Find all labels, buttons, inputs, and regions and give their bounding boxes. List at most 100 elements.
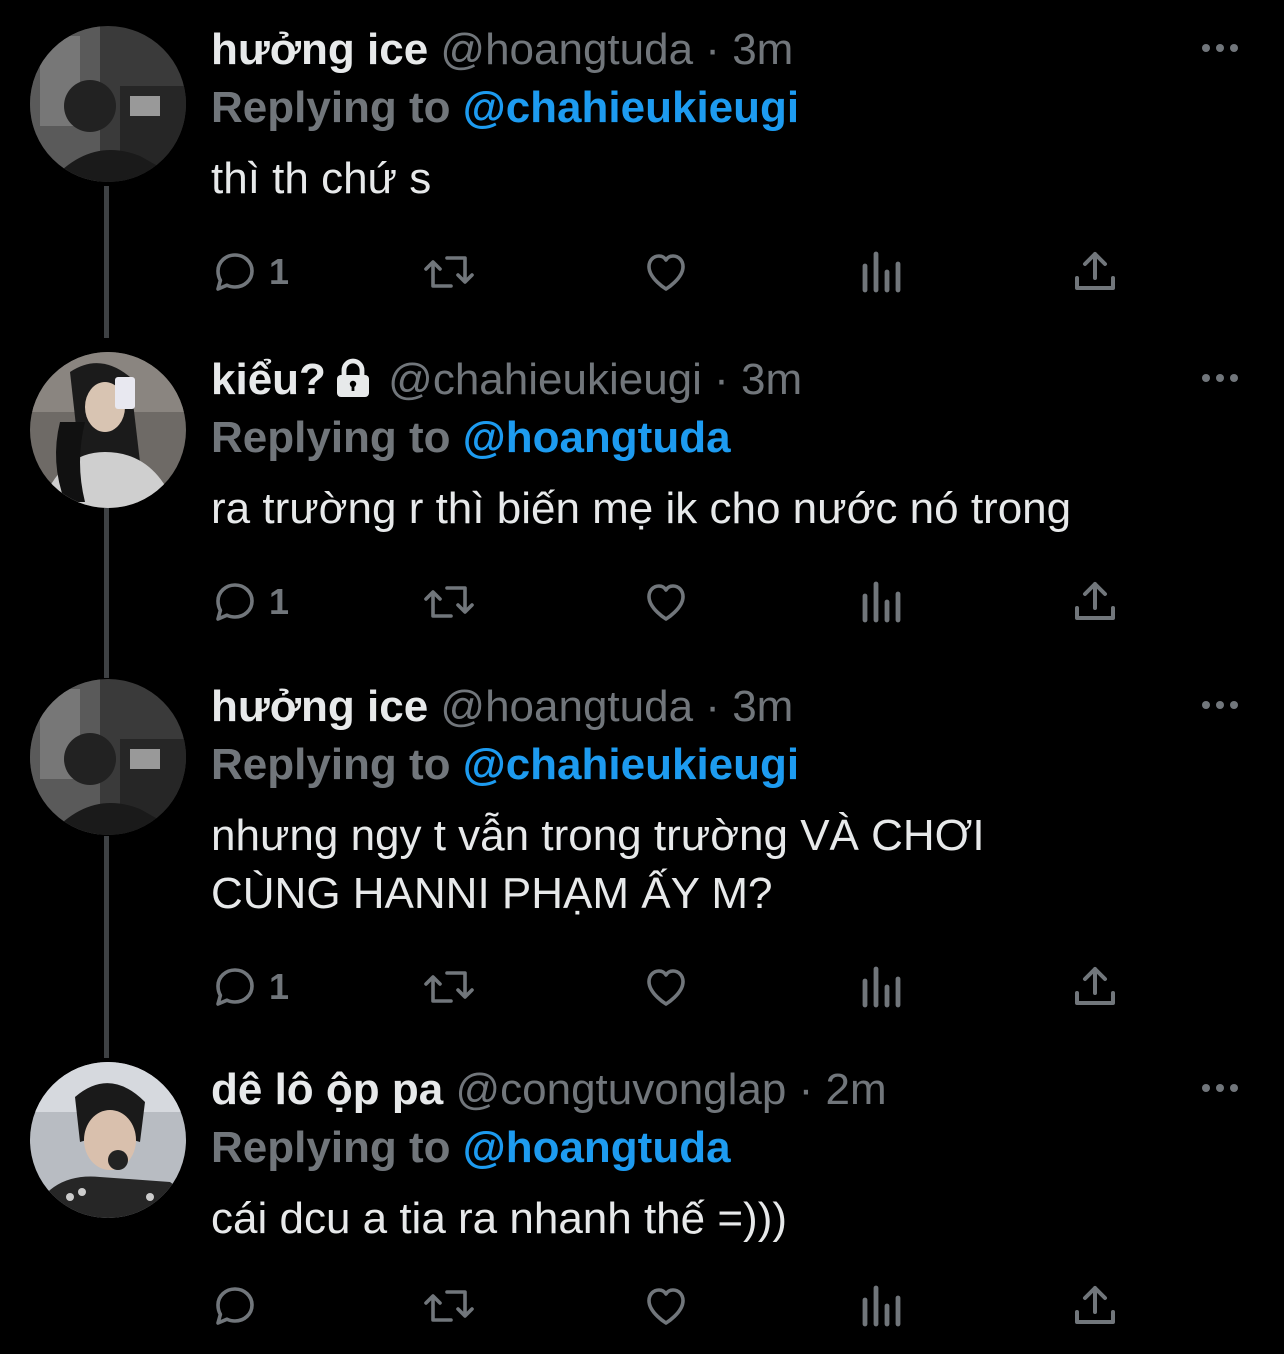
heart-icon (647, 254, 685, 291)
retweet-icon (424, 586, 474, 618)
share-icon (1075, 582, 1115, 620)
replying-to-label: Replying to (211, 83, 451, 132)
timestamp[interactable]: 3m (732, 25, 793, 74)
avatar[interactable] (30, 679, 186, 835)
views-icon (862, 581, 901, 623)
user-handle[interactable]: @chahieukieugi (388, 355, 702, 404)
views-icon (862, 251, 901, 293)
replying-to-mention[interactable]: @chahieukieugi (463, 740, 799, 789)
share-button[interactable] (1073, 1276, 1117, 1336)
replying-to-label: Replying to (211, 413, 451, 462)
reply-button[interactable]: 1 (211, 957, 289, 1017)
tweet-header: kiểu? @chahieukieugi · 3m (211, 354, 802, 406)
reply-icon (216, 968, 254, 1006)
reply-button[interactable]: 1 (211, 242, 289, 302)
like-button[interactable] (641, 1276, 691, 1336)
tweet-actions (211, 1276, 1131, 1336)
tweet-actions: 1 (211, 957, 1131, 1017)
heart-icon (647, 584, 685, 621)
avatar[interactable] (30, 352, 186, 508)
retweet-icon (424, 256, 474, 288)
share-button[interactable] (1073, 242, 1117, 302)
more-icon[interactable] (1200, 695, 1240, 715)
tweet-actions: 1 (211, 572, 1131, 632)
replying-to: Replying to @hoangtuda (211, 412, 731, 464)
display-name[interactable]: hưởng ice (211, 682, 428, 731)
retweet-button[interactable] (423, 572, 475, 632)
reply-icon (216, 253, 254, 291)
share-icon (1075, 252, 1115, 290)
replying-to: Replying to @hoangtuda (211, 1122, 731, 1174)
like-button[interactable] (641, 242, 691, 302)
separator-dot: · (705, 682, 720, 731)
tweet[interactable]: hưởng ice @hoangtuda · 3m Replying to @c… (0, 657, 1284, 1057)
tweet-text: cái dcu a tia ra nhanh thế =))) (211, 1190, 1251, 1248)
reply-count: 1 (269, 581, 290, 622)
reply-icon (216, 583, 254, 621)
avatar[interactable] (30, 1062, 186, 1218)
avatar-photo-dark-room-icon (30, 26, 186, 182)
views-button[interactable] (859, 242, 903, 302)
reply-count: 1 (269, 966, 290, 1007)
tweet-text: nhưng ngy t vẫn trong trường VÀ CHƠI CÙN… (211, 807, 1251, 923)
tweet-header: hưởng ice @hoangtuda · 3m (211, 681, 793, 733)
retweet-button[interactable] (423, 1276, 475, 1336)
user-handle[interactable]: @hoangtuda (440, 682, 693, 731)
heart-icon (647, 969, 685, 1006)
views-button[interactable] (859, 572, 903, 632)
tweet[interactable]: dê lô ộp pa @congtuvonglap · 2m Replying… (0, 1040, 1284, 1354)
avatar-photo-mirror-selfie-icon (30, 352, 186, 508)
tweet[interactable]: kiểu? @chahieukieugi · 3m Replying to @h… (0, 330, 1284, 660)
retweet-button[interactable] (423, 957, 475, 1017)
avatar-photo-dark-room-icon (30, 679, 186, 835)
replying-to-label: Replying to (211, 740, 451, 789)
avatar[interactable] (30, 26, 186, 182)
timestamp[interactable]: 3m (732, 682, 793, 731)
views-icon (862, 966, 901, 1008)
timestamp[interactable]: 3m (741, 355, 802, 404)
timestamp[interactable]: 2m (826, 1065, 887, 1114)
replying-to: Replying to @chahieukieugi (211, 739, 799, 791)
display-name[interactable]: hưởng ice (211, 25, 428, 74)
tweet-text-line: ra trường r thì biến mẹ ik cho nước nó t… (211, 484, 1072, 533)
retweet-button[interactable] (423, 242, 475, 302)
more-icon[interactable] (1200, 38, 1240, 58)
tweet[interactable]: hưởng ice @hoangtuda · 3m Replying to @c… (0, 0, 1284, 330)
separator-dot: · (705, 25, 720, 74)
like-button[interactable] (641, 957, 691, 1017)
replying-to-label: Replying to (211, 1123, 451, 1172)
reply-count: 1 (269, 251, 290, 292)
tweet-header: hưởng ice @hoangtuda · 3m (211, 24, 793, 76)
views-button[interactable] (859, 957, 903, 1017)
heart-icon (647, 1288, 685, 1325)
reply-button[interactable]: 1 (211, 572, 289, 632)
reply-button[interactable] (211, 1276, 269, 1336)
separator-dot: · (798, 1065, 814, 1114)
reply-icon (216, 1287, 254, 1325)
tweet-text: thì th chứ s (211, 150, 1251, 208)
avatar-photo-singer-mic-icon (30, 1062, 186, 1218)
tweet-text-line: thì th chứ s (211, 154, 432, 203)
replying-to-mention[interactable]: @hoangtuda (463, 1123, 731, 1172)
tweet-text-line: cái dcu a tia ra nhanh thế =))) (211, 1194, 787, 1243)
views-button[interactable] (859, 1276, 903, 1336)
more-icon[interactable] (1200, 368, 1240, 388)
retweet-icon (424, 971, 474, 1003)
retweet-icon (424, 1290, 474, 1322)
share-button[interactable] (1073, 572, 1117, 632)
display-name[interactable]: kiểu? (211, 355, 326, 404)
display-name[interactable]: dê lô ộp pa (211, 1065, 443, 1114)
tweet-text-line: CÙNG HANNI PHẠM ẤY M? (211, 869, 773, 918)
like-button[interactable] (641, 572, 691, 632)
separator-dot: · (714, 355, 729, 404)
replying-to: Replying to @chahieukieugi (211, 82, 799, 134)
share-button[interactable] (1073, 957, 1117, 1017)
lock-icon (336, 358, 369, 397)
user-handle[interactable]: @congtuvonglap (455, 1065, 786, 1114)
more-icon[interactable] (1200, 1078, 1240, 1098)
user-handle[interactable]: @hoangtuda (440, 25, 693, 74)
tweet-actions: 1 (211, 242, 1131, 302)
replying-to-mention[interactable]: @hoangtuda (463, 413, 731, 462)
tweet-header: dê lô ộp pa @congtuvonglap · 2m (211, 1064, 887, 1116)
replying-to-mention[interactable]: @chahieukieugi (463, 83, 799, 132)
